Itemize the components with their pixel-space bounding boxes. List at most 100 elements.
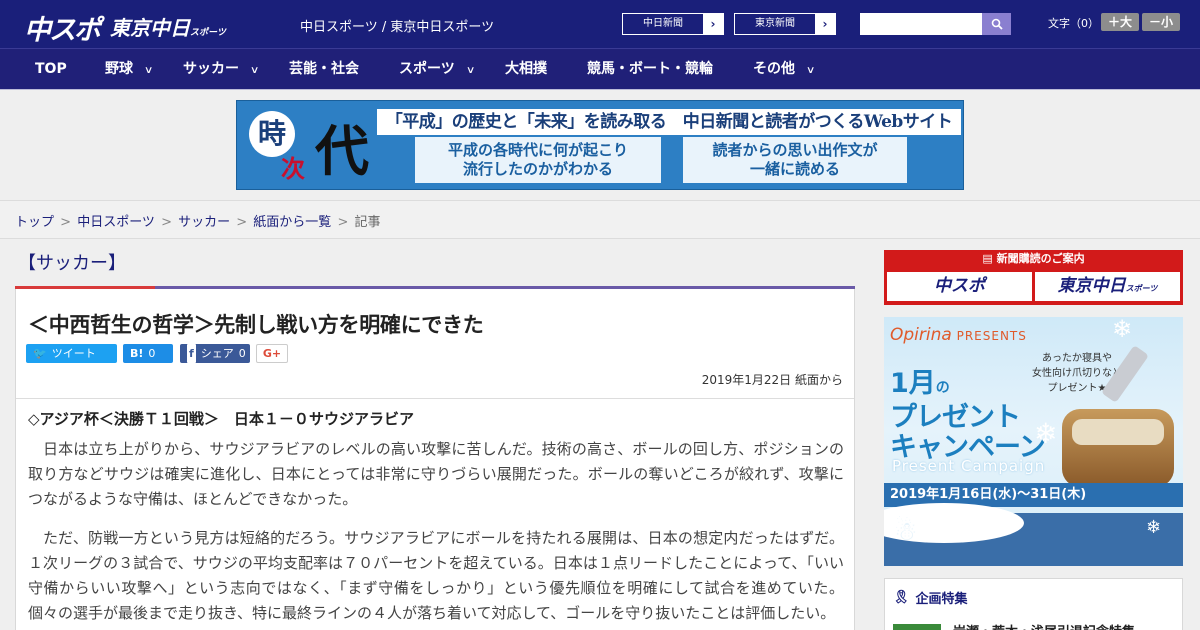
jijidai-banner[interactable]: 時 次 代 「平成」の歴史と「未来」を読み取る 中日新聞と読者がつくるWebサイ… [236,100,964,190]
banner-box-line: 流行したのかがわかる [462,160,613,178]
nav-item-sumo[interactable]: 大相撲 [505,49,547,89]
article-subhead: ◇アジア杯＜決勝Ｔ１回戦＞ 日本１－０サウジアラビア [28,410,414,428]
chevron-down-icon: ∨ [143,65,154,76]
nav-label: サッカー [183,61,239,77]
breadcrumb-link-chunichi[interactable]: 中日スポーツ [77,215,155,230]
chevron-right-icon: › [822,17,828,31]
breadcrumb-link-list[interactable]: 紙面から一覧 [253,215,331,230]
twitter-bird-icon: 🐦 [33,347,47,360]
blanket-illustration [1062,409,1174,487]
tweet-label: ツイート [51,347,96,360]
chevron-down-icon: ∨ [805,65,816,76]
breadcrumb-current: 記事 [354,215,381,230]
ribbon-icon: 🎗 [893,590,910,605]
font-smaller-button[interactable]: －小 [1142,13,1180,31]
tokyo-logo-small: スポーツ [190,28,226,38]
link-label: 中日新聞 [623,14,703,34]
nav-item-racing[interactable]: 競馬・ボート・競輪 [587,49,713,89]
tokyo-logo-text: 東京中日 [110,16,190,40]
feature-item-label: 岩瀬・荒木・浅尾引退記念特集 [953,621,1135,630]
search-input[interactable] [860,13,982,35]
promo-brand: Opirina PRESENTS [890,325,1027,345]
snowflake-icon: ❄ [1146,517,1162,538]
google-plus-button[interactable]: G+ [256,344,288,363]
article-card: ＜中西哲生の哲学＞先制し戦い方を明確にできた 🐦 ツイート B! 0 f シェア 0 G… [15,286,855,630]
nav-label: その他 [753,61,795,77]
subscription-title-text: 新聞購読のご案内 [996,252,1085,265]
search-button[interactable] [982,13,1011,35]
banner-box-line: 一緒に読める [749,160,840,178]
article-paragraph: 日本は立ち上がりから、サウジアラビアのレベルの高い攻撃に苦しんだ。技術の高さ、ボ… [28,440,844,508]
tokyo-chunichi-logo[interactable]: 東京中日スポーツ [110,12,226,41]
feature-box: 🎗 企画特集 岩瀬・荒木・浅尾引退記念特集 [884,578,1183,630]
chevron-right-icon: › [710,17,716,31]
search-icon [991,18,1003,30]
promo-month-suffix: の [935,380,950,396]
banner-box-line: 読者からの思い出作文が [712,141,878,159]
hatena-icon: B! [130,347,144,360]
facebook-icon: f [187,344,196,363]
jijidai-logo: 時 次 代 [245,107,375,183]
breadcrumb-bar: トップ > 中日スポーツ > サッカー > 紙面から一覧 > 記事 [0,200,1200,239]
category-title: 【サッカー】 [18,253,126,274]
site-name: 中日スポーツ / 東京中日スポーツ [300,20,495,35]
nav-item-entertainment[interactable]: 芸能・社会 [289,49,359,89]
nav-item-sports[interactable]: スポーツ ∨ [399,49,476,89]
promo-brand-name: Opirina [890,325,952,345]
google-plus-icon: G+ [262,347,282,360]
facebook-count: 0 [238,347,246,360]
chevron-down-icon: ∨ [249,65,260,76]
facebook-share-button[interactable]: f シェア 0 [180,344,250,363]
subscription-title: ▤ 新聞購読のご案内 [884,250,1183,268]
banner-title: 「平成」の歴史と「未来」を読み取る 中日新聞と読者がつくるWebサイト [377,109,961,135]
promo-brand-suffix: PRESENTS [956,329,1027,343]
font-size-label: 文字（0） [1048,17,1099,30]
promo-english: Present Campaign [892,457,1046,475]
chunichi-shimbun-link[interactable]: 中日新聞 › [622,13,724,35]
banner-box-reader: 読者からの思い出作文が 一緒に読める [683,137,907,183]
breadcrumb-link-top[interactable]: トップ [15,215,54,230]
nav-item-other[interactable]: その他 ∨ [753,49,816,89]
facebook-label: シェア [200,347,234,360]
accent-line-red [15,286,155,289]
present-campaign-ad[interactable]: Opirina PRESENTS あったか寝具や 女性向け爪切りなど プレゼント… [884,317,1183,566]
article-date: 2019年1月22日 紙面から [701,373,843,387]
article-paragraph: ただ、防戦一方という見方は短絡的だろう。サウジアラビアにボールを持たれる展開は、… [28,529,844,622]
snowman-icon: ☃ [894,517,918,547]
hatena-bookmark-button[interactable]: B! 0 [123,344,173,363]
nav-label: 大相撲 [505,61,547,77]
subscribe-tokyo-label: 東京中日 [1057,276,1126,296]
breadcrumb-link-soccer[interactable]: サッカー [178,215,230,230]
tweet-button[interactable]: 🐦 ツイート [26,344,117,363]
subscribe-tokyo-button[interactable]: 東京中日スポーツ [1035,272,1180,301]
nav-label: 野球 [105,61,133,77]
nav-label: 競馬・ボート・競輪 [587,61,713,77]
feature-title: 🎗 企画特集 [893,588,968,607]
tokyo-shimbun-link[interactable]: 東京新聞 › [734,13,836,35]
banner-box-line: 平成の各時代に何が起こり [447,141,628,159]
main-nav: TOP 野球 ∨ サッカー ∨ 芸能・社会 スポーツ ∨ 大相撲 競馬・ボート・競輪 … [0,48,1200,90]
feature-thumbnail [893,623,941,630]
divider [16,398,854,399]
link-label: 東京新聞 [735,14,815,34]
chevron-down-icon: ∨ [465,65,476,76]
subscribe-tokyo-small: スポーツ [1125,284,1158,293]
banner-box-history: 平成の各時代に何が起こり 流行したのかがわかる [415,137,661,183]
hatena-count: 0 [148,347,156,360]
nav-label: TOP [35,61,67,77]
feature-title-text: 企画特集 [915,592,968,607]
subscribe-chuspo-button[interactable]: 中スポ [887,272,1032,301]
newspaper-icon: ▤ [982,252,997,265]
breadcrumb: トップ > 中日スポーツ > サッカー > 紙面から一覧 > 記事 [15,215,381,230]
nav-item-soccer[interactable]: サッカー ∨ [183,49,260,89]
article-body: 日本は立ち上がりから、サウジアラビアのレベルの高い攻撃に苦しんだ。技術の高さ、ボ… [28,437,844,630]
nav-item-baseball[interactable]: 野球 ∨ [105,49,154,89]
nav-item-top[interactable]: TOP [35,49,67,89]
feature-item[interactable]: 岩瀬・荒木・浅尾引退記念特集 [893,621,1135,630]
logo-char: 次 [281,154,305,183]
article-headline: ＜中西哲生の哲学＞先制し戦い方を明確にできた [28,313,484,337]
site-header: 中スポ 東京中日スポーツ 中日スポーツ / 東京中日スポーツ 中日新聞 › 東京… [0,0,1200,48]
chuspo-logo[interactable]: 中スポ [24,8,101,47]
snowflake-icon: ❄ [1034,417,1058,450]
font-larger-button[interactable]: ＋大 [1101,13,1139,31]
